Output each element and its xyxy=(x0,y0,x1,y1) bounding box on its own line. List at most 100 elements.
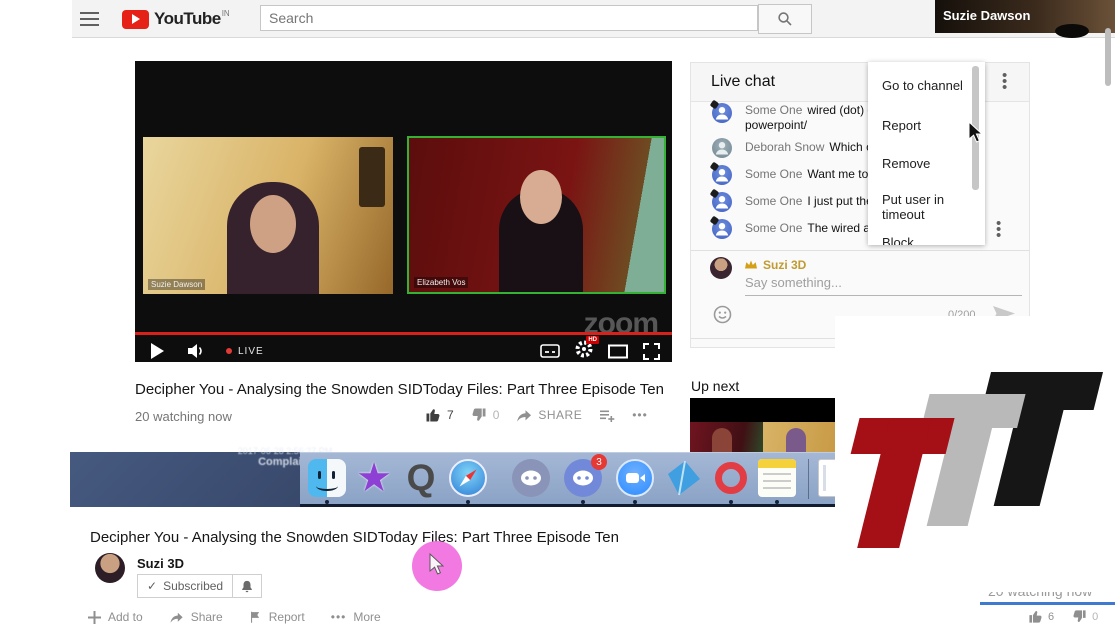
thumb-person xyxy=(786,428,806,454)
avatar[interactable] xyxy=(712,192,732,212)
like-button-bottom[interactable]: 6 xyxy=(1028,609,1054,624)
captions-icon[interactable] xyxy=(540,343,560,359)
video-title: Decipher You - Analysing the Snowden SID… xyxy=(135,381,680,398)
logo-letter-red xyxy=(835,418,955,548)
channel-avatar[interactable] xyxy=(95,553,125,583)
quicktime-icon[interactable]: Q xyxy=(402,459,440,497)
safari-icon[interactable] xyxy=(449,459,487,497)
avatar[interactable] xyxy=(712,165,732,185)
running-dot xyxy=(775,500,779,504)
live-dot xyxy=(226,348,232,354)
report-button[interactable]: Report xyxy=(249,610,305,624)
dislike-count: 0 xyxy=(493,408,500,422)
dislike-count-bottom: 0 xyxy=(1092,611,1098,623)
chat-message: Some OneWant me to li xyxy=(745,167,868,181)
hd-badge: HD xyxy=(586,336,599,344)
video-actions: 7 0 SHARE ••• xyxy=(425,407,648,423)
notification-bell-button[interactable] xyxy=(233,574,262,598)
settings-button[interactable]: HD xyxy=(575,340,593,363)
like-count-bottom: 6 xyxy=(1048,611,1054,623)
video-feed-elizabeth: Elizabeth Vos xyxy=(407,136,666,294)
thumbs-up-icon xyxy=(1028,609,1043,624)
finder-icon[interactable] xyxy=(308,459,346,497)
emoji-icon[interactable] xyxy=(713,305,732,324)
notification-badge: 3 xyxy=(591,454,607,470)
youtube-logo[interactable]: YouTubeIN xyxy=(122,9,230,29)
dislike-button-bottom[interactable]: 0 xyxy=(1072,609,1098,624)
focus-underline xyxy=(980,602,1115,605)
more-actions-icon[interactable]: ••• xyxy=(632,408,648,422)
menu-item-go-to-channel[interactable]: Go to channel xyxy=(882,78,972,93)
running-dot xyxy=(325,500,329,504)
page-scrollbar[interactable] xyxy=(1105,28,1111,86)
search-icon xyxy=(777,11,793,27)
ellipsis-icon: ••• xyxy=(331,610,347,624)
avatar[interactable] xyxy=(712,138,732,158)
menu-item-put-user-in-timeout[interactable]: Put user in timeout xyxy=(882,192,972,222)
play-icon[interactable] xyxy=(151,343,164,359)
watch-page-actions: Add to Share Report ••• More xyxy=(88,610,381,624)
avatar[interactable] xyxy=(712,103,732,123)
bell-icon xyxy=(240,579,254,594)
message-options-kebab-icon[interactable]: ••• xyxy=(996,221,1001,239)
add-to-button[interactable]: Add to xyxy=(88,610,143,624)
check-icon: ✓ xyxy=(147,579,157,593)
share-button-bottom[interactable]: Share xyxy=(169,610,223,624)
person-face xyxy=(250,195,296,253)
chat-divider xyxy=(691,250,1029,251)
footer-like-row: 6 0 xyxy=(1028,609,1098,624)
menu-item-report[interactable]: Report xyxy=(882,118,972,133)
player-controls-right: HD xyxy=(540,340,660,362)
thumbs-down-icon xyxy=(1072,609,1087,624)
like-button[interactable]: 7 xyxy=(425,407,454,423)
share-button[interactable]: SHARE xyxy=(516,407,582,423)
chat-message: Some OneThe wired art xyxy=(745,221,868,235)
more-button[interactable]: ••• More xyxy=(331,610,381,624)
avatar[interactable] xyxy=(712,219,732,239)
add-to-playlist-icon[interactable] xyxy=(599,408,615,423)
up-next-thumbnail[interactable] xyxy=(690,398,836,457)
blue-diamond-app-icon[interactable] xyxy=(665,459,703,497)
chat-user-avatar[interactable] xyxy=(710,257,732,279)
presenter-name-label: Suzie Dawson xyxy=(943,8,1030,23)
chat-message: Deborah SnowWhich co xyxy=(745,140,868,154)
progress-bar[interactable] xyxy=(135,332,672,335)
dislike-button[interactable]: 0 xyxy=(471,407,500,423)
search-input[interactable] xyxy=(260,5,758,31)
menu-item-block[interactable]: Block xyxy=(882,235,972,245)
ttt-logo xyxy=(835,316,1115,592)
screen: YouTubeIN Suzie Dawson Suzie Dawson Eliz… xyxy=(0,0,1115,627)
discord-icon[interactable] xyxy=(512,459,550,497)
moderator-crown-icon xyxy=(744,259,758,270)
webcam-object xyxy=(1055,24,1089,38)
volume-icon[interactable] xyxy=(188,343,208,359)
theater-mode-icon[interactable] xyxy=(608,344,628,359)
video-player[interactable]: Suzie Dawson Elizabeth Vos zoom LIVE HD xyxy=(135,61,672,362)
chat-input[interactable]: Say something... xyxy=(745,275,1022,296)
dock-divider xyxy=(808,459,809,499)
hamburger-menu-icon[interactable] xyxy=(80,12,99,30)
watch-page-title: Decipher You - Analysing the Snowden SID… xyxy=(90,529,690,546)
running-dot xyxy=(633,500,637,504)
search-button[interactable] xyxy=(758,4,812,34)
live-label: LIVE xyxy=(238,346,264,357)
plus-icon xyxy=(88,611,101,624)
running-dot xyxy=(729,500,733,504)
imovie-icon[interactable]: ★ xyxy=(355,459,393,497)
zoom-app-icon[interactable] xyxy=(616,459,654,497)
chat-menu-kebab-icon[interactable]: ••• xyxy=(1002,73,1007,91)
background-object xyxy=(359,147,385,207)
channel-name[interactable]: Suzi 3D xyxy=(137,556,184,571)
menu-item-remove[interactable]: Remove xyxy=(882,156,972,171)
chat-message: Some Onewired (dot) co xyxy=(745,103,868,117)
opera-icon[interactable] xyxy=(712,459,750,497)
macos-dock: ★ Q 3 xyxy=(300,452,835,507)
camera-name-label: Suzie Dawson xyxy=(148,279,205,290)
live-chat-title: Live chat xyxy=(711,73,775,91)
fullscreen-icon[interactable] xyxy=(643,343,660,360)
subscribed-button[interactable]: ✓ Subscribed xyxy=(137,574,233,598)
discord-badged-icon[interactable]: 3 xyxy=(564,459,602,497)
desktop-strip: 2017-06-28 2:56:27 PM Complaint ★ Q xyxy=(70,452,835,507)
thumb-person xyxy=(712,428,732,454)
notes-icon[interactable] xyxy=(758,459,796,497)
